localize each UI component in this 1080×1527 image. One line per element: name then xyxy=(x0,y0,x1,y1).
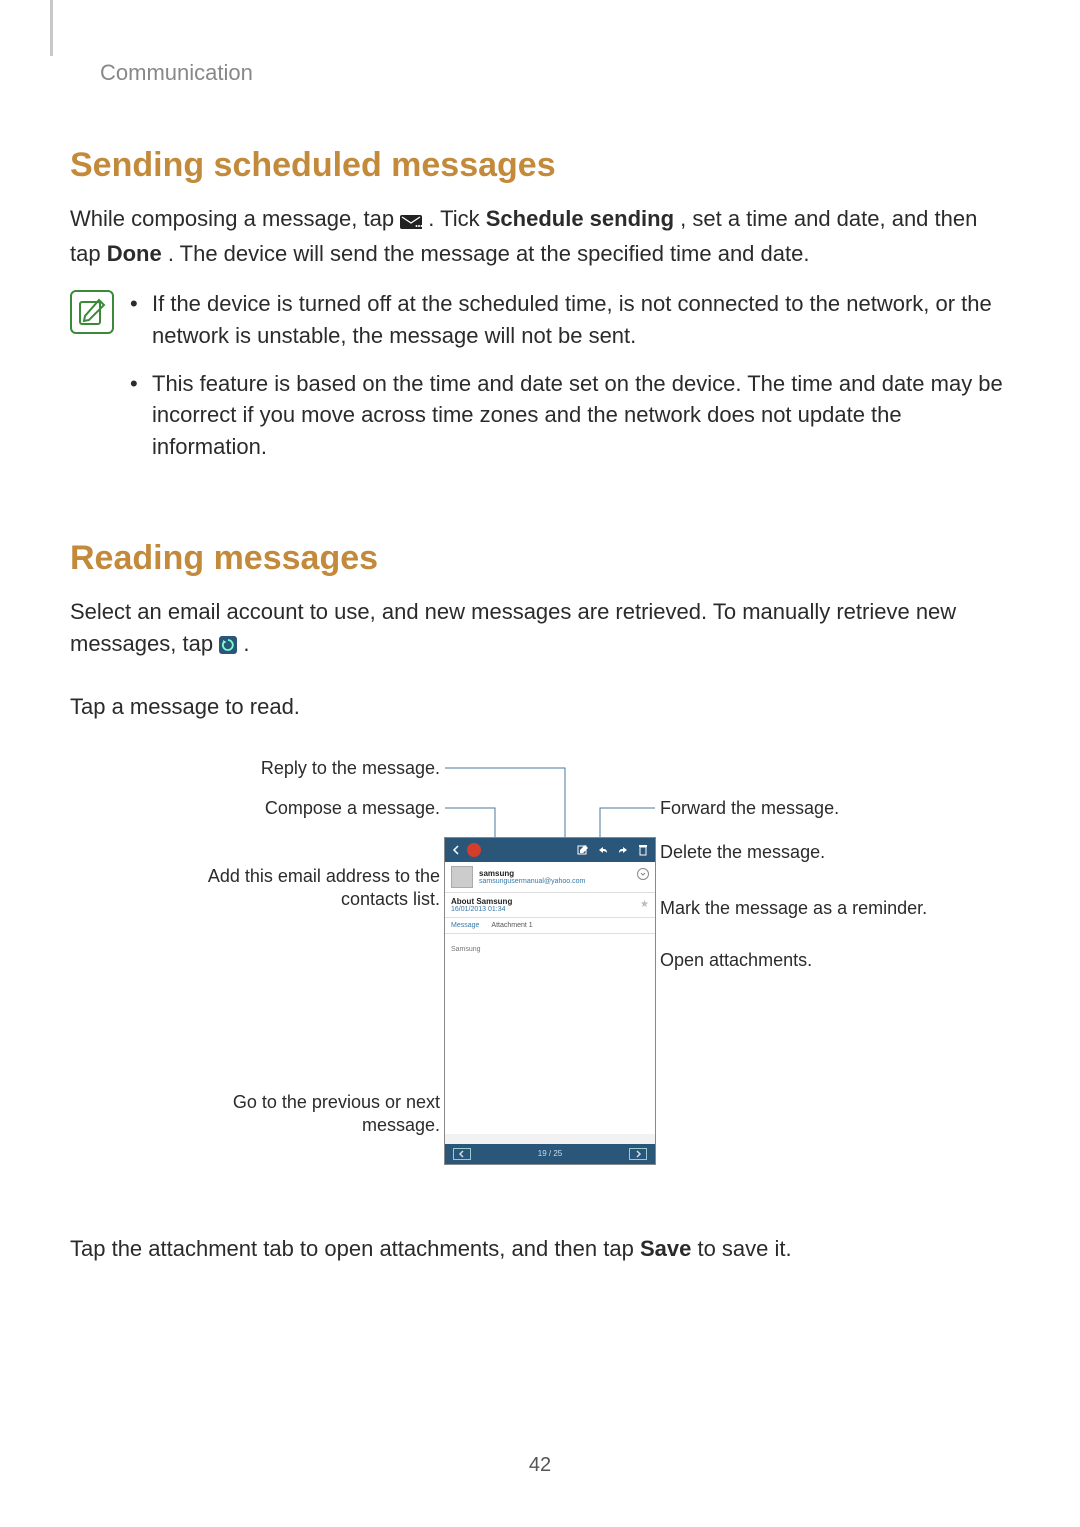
sender-name: samsung xyxy=(479,869,585,878)
text: . Tick xyxy=(428,206,485,231)
subject-row: About Samsung 16/01/2013 01:34 ★ xyxy=(445,893,655,918)
note-block: If the device is turned off at the sched… xyxy=(70,288,1010,479)
note-icon-cell xyxy=(70,288,130,479)
expand-icon[interactable] xyxy=(637,868,649,880)
callout-forward: Forward the message. xyxy=(660,797,920,820)
next-message-button[interactable] xyxy=(629,1148,647,1160)
text: to save it. xyxy=(697,1236,791,1261)
page-number: 42 xyxy=(0,1454,1080,1477)
running-header: Communication xyxy=(100,30,1010,86)
callout-reply: Reply to the message. xyxy=(180,757,440,780)
reply-icon[interactable] xyxy=(595,843,611,857)
message-body: Samsung xyxy=(445,934,655,1134)
done-bold: Done xyxy=(107,241,162,266)
envelope-menu-icon xyxy=(400,206,422,238)
note-icon xyxy=(70,290,114,334)
email-app-diagram: Reply to the message. Compose a message.… xyxy=(120,753,960,1193)
note-bullet-1: If the device is turned off at the sched… xyxy=(130,288,1010,352)
body-preview: Samsung xyxy=(451,946,481,953)
callout-reminder: Mark the message as a reminder. xyxy=(660,897,940,920)
scheduled-paragraph: While composing a message, tap . Tick Sc… xyxy=(70,203,1010,270)
section-reading: Reading messages Select an email account… xyxy=(70,539,1010,1265)
text: Tap the attachment tab to open attachmen… xyxy=(70,1236,640,1261)
callout-compose: Compose a message. xyxy=(180,797,440,820)
refresh-icon xyxy=(219,631,237,663)
sender-email: samsungusermanual@yahoo.com xyxy=(479,878,585,885)
trash-icon[interactable] xyxy=(635,843,651,857)
section-scheduled: Sending scheduled messages While composi… xyxy=(70,146,1010,479)
text: . The device will send the message at th… xyxy=(168,241,810,266)
phone-footer: 19 / 25 xyxy=(445,1144,655,1164)
text: Select an email account to use, and new … xyxy=(70,599,956,656)
reading-paragraph-1: Select an email account to use, and new … xyxy=(70,596,1010,663)
callout-delete: Delete the message. xyxy=(660,841,920,864)
header-accent-line xyxy=(50,0,53,56)
subject-title: About Samsung xyxy=(451,897,649,906)
prev-message-button[interactable] xyxy=(453,1148,471,1160)
text: . xyxy=(243,631,249,656)
callout-add-contact: Add this email address to the contacts l… xyxy=(180,865,440,912)
forward-icon[interactable] xyxy=(615,843,631,857)
compose-icon[interactable] xyxy=(575,843,591,857)
avatar[interactable] xyxy=(451,866,473,888)
back-icon[interactable] xyxy=(449,843,463,857)
note-bullet-2: This feature is based on the time and da… xyxy=(130,368,1010,464)
diagram-wrap: Reply to the message. Compose a message.… xyxy=(70,753,1010,1193)
reading-paragraph-2: Tap a message to read. xyxy=(70,691,1010,723)
phone-mock: samsung samsungusermanual@yahoo.com Abou… xyxy=(444,837,656,1165)
subject-date: 16/01/2013 01:34 xyxy=(451,906,649,913)
note-bullets: If the device is turned off at the sched… xyxy=(130,288,1010,479)
heading-reading: Reading messages xyxy=(70,539,1010,578)
callout-open-attachments: Open attachments. xyxy=(660,949,920,972)
callout-prev-next: Go to the previous or next message. xyxy=(180,1091,440,1138)
heading-scheduled: Sending scheduled messages xyxy=(70,146,1010,185)
sender-row[interactable]: samsung samsungusermanual@yahoo.com xyxy=(445,862,655,893)
message-counter: 19 / 25 xyxy=(538,1149,562,1158)
save-bold: Save xyxy=(640,1236,691,1261)
tab-attachment[interactable]: Attachment 1 xyxy=(485,918,538,933)
app-badge-icon xyxy=(467,843,481,857)
after-diagram-paragraph: Tap the attachment tab to open attachmen… xyxy=(70,1233,1010,1265)
page: Communication Sending scheduled messages… xyxy=(0,0,1080,1527)
schedule-sending-bold: Schedule sending xyxy=(486,206,674,231)
text: While composing a message, tap xyxy=(70,206,400,231)
message-tabs: Message Attachment 1 xyxy=(445,918,655,934)
star-icon[interactable]: ★ xyxy=(640,899,649,910)
phone-topbar xyxy=(445,838,655,862)
tab-message[interactable]: Message xyxy=(445,918,485,933)
